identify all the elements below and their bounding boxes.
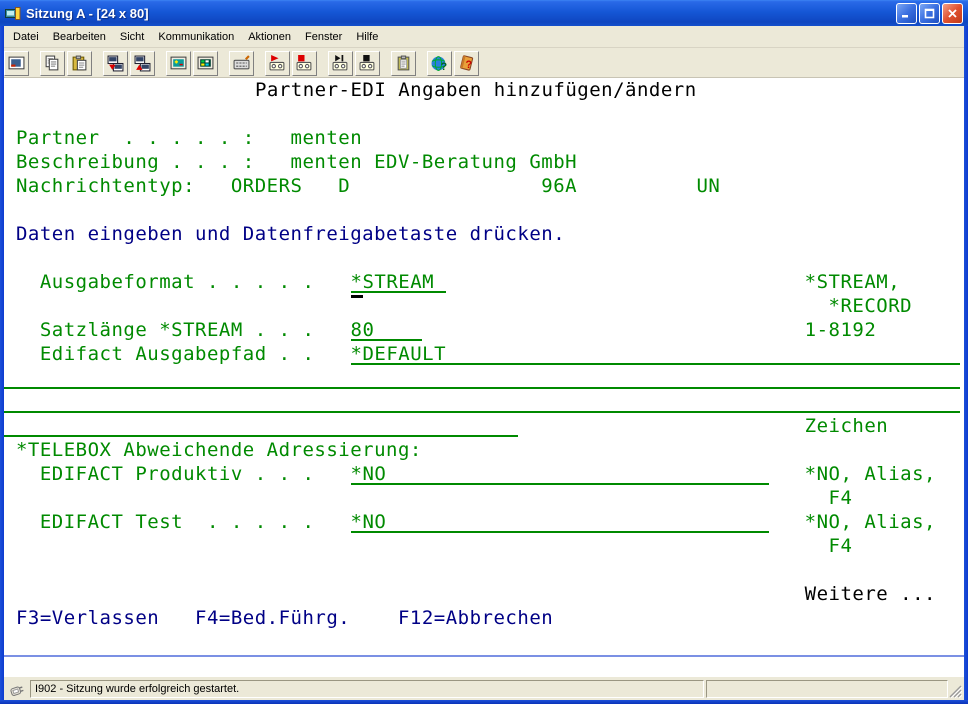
help-index-icon: ? xyxy=(431,55,448,72)
menu-item-fenster[interactable]: Fenster xyxy=(298,28,349,46)
hint-produktiv-2: F4 xyxy=(829,488,853,510)
minimize-button[interactable] xyxy=(896,3,917,24)
display-setup-button[interactable] xyxy=(166,51,191,76)
window-border-left xyxy=(0,26,4,704)
menu-item-sicht[interactable]: Sicht xyxy=(113,28,151,46)
field-ausgabepfad[interactable]: *DEFAULT xyxy=(351,344,960,365)
terminal-screen[interactable]: Partner-EDI Angaben hinzufügen/ändern Par… xyxy=(4,78,964,676)
svg-text:?: ? xyxy=(465,58,471,70)
window-border-right xyxy=(964,26,968,704)
hint-ausgabeformat-2: *RECORD xyxy=(829,296,913,318)
window-border-bottom xyxy=(0,700,968,704)
label-edifact-test: EDIFACT Test . . . . . xyxy=(40,512,315,534)
text-cursor xyxy=(351,295,363,298)
receive-file-button[interactable] xyxy=(130,51,155,76)
keyboard-setup-icon xyxy=(233,55,250,72)
record-macro-stop-icon xyxy=(296,55,313,72)
hint-test-2: F4 xyxy=(829,536,853,558)
screen-title: Partner-EDI Angaben hinzufügen/ändern xyxy=(255,80,697,102)
status-pane-secondary xyxy=(706,680,948,698)
toolbar: ?? xyxy=(0,49,968,78)
paste-icon xyxy=(71,55,88,72)
hint-zeichen: Zeichen xyxy=(805,416,889,438)
copy-button[interactable] xyxy=(40,51,65,76)
session-icon xyxy=(5,6,21,21)
hint-ausgabeformat-1: *STREAM, xyxy=(805,272,901,294)
screen-settings-button[interactable] xyxy=(4,51,29,76)
field-edifact-test[interactable]: *NO xyxy=(351,512,769,533)
svg-text:?: ? xyxy=(441,60,447,71)
send-file-button[interactable] xyxy=(103,51,128,76)
label-ausgabeformat: Ausgabeformat . . . . . xyxy=(40,272,315,294)
menu-item-hilfe[interactable]: Hilfe xyxy=(349,28,385,46)
close-icon xyxy=(947,8,958,19)
partner-line: Partner . . . . . : menten xyxy=(16,128,362,150)
session-window: Sitzung A - [24 x 80] DateiBearbeitenSic… xyxy=(0,0,968,704)
label-edifact-produktiv: EDIFACT Produktiv . . . xyxy=(40,464,315,486)
play-macro-icon xyxy=(332,55,349,72)
maximize-button[interactable] xyxy=(919,3,940,24)
hint-test-1: *NO, Alias, xyxy=(805,512,936,534)
status-message: I902 - Sitzung wurde erfolgreich gestart… xyxy=(30,680,704,698)
screen-settings-icon xyxy=(8,55,25,72)
record-macro-start-button[interactable] xyxy=(265,51,290,76)
display-setup-icon xyxy=(170,55,187,72)
menu-item-datei[interactable]: Datei xyxy=(6,28,46,46)
stop-macro-button[interactable] xyxy=(355,51,380,76)
beschreibung-line: Beschreibung . . . : menten EDV-Beratung… xyxy=(16,152,577,174)
color-mapping-button[interactable] xyxy=(193,51,218,76)
help-index-button[interactable]: ? xyxy=(427,51,452,76)
menu-item-bearbeiten[interactable]: Bearbeiten xyxy=(46,28,113,46)
label-ausgabepfad: Edifact Ausgabepfad . . xyxy=(40,344,315,366)
maximize-icon xyxy=(924,8,935,19)
close-button[interactable] xyxy=(942,3,963,24)
status-bar: I902 - Sitzung wurde erfolgreich gestart… xyxy=(4,676,964,700)
field-ausgabepfad-cont-2[interactable] xyxy=(4,392,960,413)
field-ausgabepfad-cont-1[interactable] xyxy=(4,368,960,389)
clipboard-button[interactable] xyxy=(391,51,416,76)
resize-grip[interactable] xyxy=(949,680,962,698)
more-indicator: Weitere ... xyxy=(805,584,936,606)
nachrichtentyp-line: Nachrichtentyp: ORDERS D 96A UN xyxy=(16,176,720,198)
instruction-line: Daten eingeben und Datenfreigabetaste dr… xyxy=(16,224,565,246)
keyboard-setup-button[interactable] xyxy=(229,51,254,76)
clipboard-icon xyxy=(395,55,412,72)
field-edifact-produktiv[interactable]: *NO xyxy=(351,464,769,485)
hint-produktiv-1: *NO, Alias, xyxy=(805,464,936,486)
oia-separator-line xyxy=(4,655,964,657)
connection-icon xyxy=(8,680,28,698)
title-bar[interactable]: Sitzung A - [24 x 80] xyxy=(0,0,968,26)
play-macro-button[interactable] xyxy=(328,51,353,76)
window-title: Sitzung A - [24 x 80] xyxy=(26,6,894,21)
field-satzlaenge[interactable]: 80 xyxy=(351,320,423,341)
menu-bar: DateiBearbeitenSichtKommunikationAktione… xyxy=(0,26,968,48)
field-ausgabepfad-cont-3[interactable] xyxy=(4,416,518,437)
field-ausgabeformat[interactable]: *STREAM xyxy=(351,272,447,293)
menu-item-aktionen[interactable]: Aktionen xyxy=(241,28,298,46)
copy-icon xyxy=(44,55,61,72)
telebox-heading: *TELEBOX Abweichende Adressierung: xyxy=(16,440,422,462)
color-mapping-icon xyxy=(197,55,214,72)
hint-satzlaenge: 1-8192 xyxy=(805,320,877,342)
menu-item-kommunikation[interactable]: Kommunikation xyxy=(151,28,241,46)
function-keys-line: F3=Verlassen F4=Bed.Führg. F12=Abbrechen xyxy=(16,608,553,630)
minimize-icon xyxy=(901,8,912,19)
record-macro-stop-button[interactable] xyxy=(292,51,317,76)
stop-macro-icon xyxy=(359,55,376,72)
label-satzlaenge: Satzlänge *STREAM . . . xyxy=(40,320,315,342)
help-button[interactable]: ? xyxy=(454,51,479,76)
send-file-icon xyxy=(107,55,124,72)
record-macro-start-icon xyxy=(269,55,286,72)
help-icon: ? xyxy=(458,55,475,72)
receive-file-icon xyxy=(134,55,151,72)
paste-button[interactable] xyxy=(67,51,92,76)
